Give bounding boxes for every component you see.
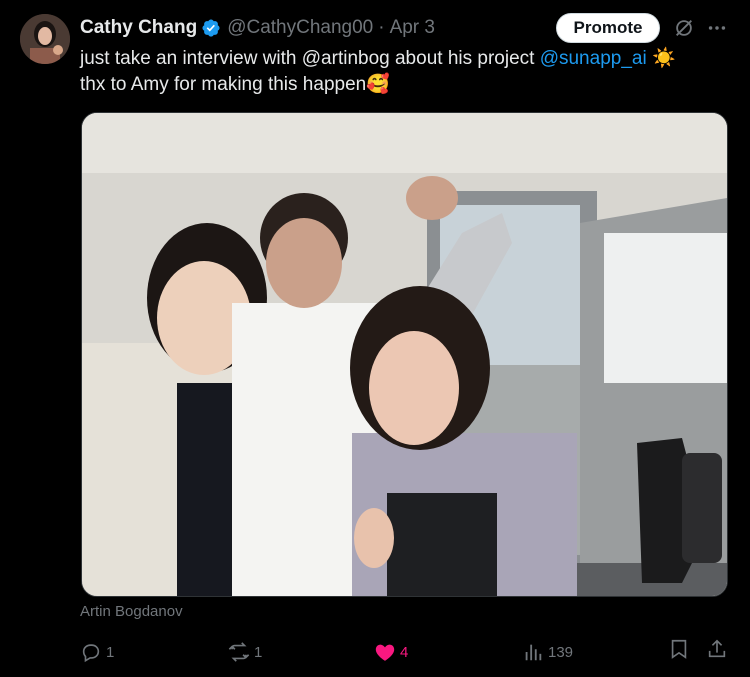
like-count: 4	[400, 643, 409, 661]
post-text-line-2: thx to Amy for making this happen🥰	[80, 72, 710, 98]
separator-dot: ·	[378, 17, 385, 38]
post-photo[interactable]	[81, 112, 728, 597]
smiling-hearts-emoji: 🥰	[366, 74, 390, 95]
post-text-line-1: just take an interview with @artinbog ab…	[80, 46, 710, 72]
more-options-icon[interactable]	[706, 17, 728, 39]
action-bar: 1 1 4 139	[80, 638, 730, 668]
repost-count: 1	[254, 643, 263, 661]
verified-badge-icon	[202, 19, 220, 37]
repost-button[interactable]: 1	[228, 638, 262, 666]
heart-icon	[375, 644, 395, 661]
reply-count: 1	[106, 643, 115, 661]
tweet: Cathy Chang @CathyChang00 · Apr 3 Promot…	[0, 0, 750, 677]
post-text-line-2-body: thx to Amy for making this happen	[80, 74, 367, 95]
avatar[interactable]	[20, 14, 70, 64]
mention-link[interactable]: @sunapp_ai	[540, 48, 647, 69]
analytics-icon	[525, 644, 542, 661]
repost-icon	[228, 642, 250, 662]
photo-illustration	[82, 113, 727, 596]
reply-icon	[82, 644, 100, 663]
sun-emoji: ☀️	[651, 48, 676, 69]
share-icon[interactable]	[706, 638, 728, 660]
author-name[interactable]: Cathy Chang	[80, 17, 197, 39]
post-text-line-1-body: just take an interview with @artinbog ab…	[80, 48, 540, 69]
bookmark-icon[interactable]	[668, 638, 690, 660]
grok-icon[interactable]	[673, 17, 695, 39]
like-button[interactable]: 4	[374, 638, 408, 666]
post-text: just take an interview with @artinbog ab…	[80, 46, 710, 98]
post-date[interactable]: Apr 3	[390, 17, 435, 39]
views-count: 139	[548, 643, 574, 661]
reply-button[interactable]: 1	[80, 638, 114, 666]
tagged-person[interactable]: Artin Bogdanov	[80, 603, 183, 620]
author-handle[interactable]: @CathyChang00	[227, 17, 373, 39]
promote-button[interactable]: Promote	[556, 13, 660, 43]
views-button[interactable]: 139	[522, 638, 573, 666]
